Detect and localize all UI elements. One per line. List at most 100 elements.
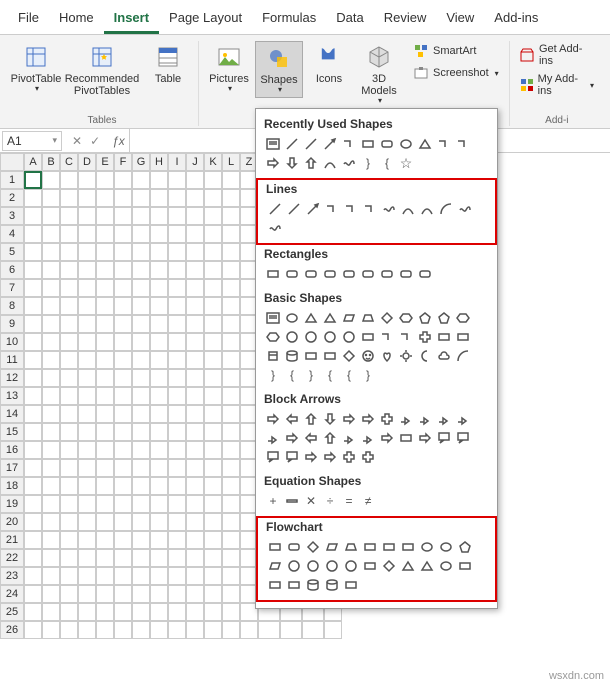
cell[interactable] xyxy=(42,369,60,387)
row-header[interactable]: 22 xyxy=(0,549,24,567)
shape-line2[interactable] xyxy=(285,200,303,218)
row-header[interactable]: 18 xyxy=(0,477,24,495)
shape-circle[interactable] xyxy=(323,557,341,575)
cell[interactable] xyxy=(96,477,114,495)
cell[interactable] xyxy=(96,459,114,477)
shape-neq[interactable]: ≠ xyxy=(359,492,377,510)
shape-rect[interactable] xyxy=(399,538,417,556)
my-addins-button[interactable]: My Add-ins ▾ xyxy=(516,71,598,99)
cell[interactable] xyxy=(168,405,186,423)
shape-minus[interactable] xyxy=(283,492,301,510)
cell[interactable] xyxy=(204,279,222,297)
cell[interactable] xyxy=(78,297,96,315)
cell[interactable] xyxy=(168,351,186,369)
row-header[interactable]: 26 xyxy=(0,621,24,639)
cell[interactable] xyxy=(24,315,42,333)
cell[interactable] xyxy=(96,279,114,297)
shape-bracel[interactable]: { xyxy=(340,366,358,384)
cell[interactable] xyxy=(24,477,42,495)
row-header[interactable]: 20 xyxy=(0,513,24,531)
cell[interactable] xyxy=(78,369,96,387)
cell[interactable] xyxy=(114,297,132,315)
cell[interactable] xyxy=(186,549,204,567)
cell[interactable] xyxy=(204,477,222,495)
row-header[interactable]: 10 xyxy=(0,333,24,351)
shape-heart[interactable] xyxy=(378,347,396,365)
shape-line[interactable] xyxy=(266,200,284,218)
cell[interactable] xyxy=(24,405,42,423)
shape-oval[interactable] xyxy=(283,309,301,327)
cell[interactable] xyxy=(60,603,78,621)
cell[interactable] xyxy=(168,189,186,207)
shape-bentarrow[interactable] xyxy=(397,410,415,428)
cell[interactable] xyxy=(96,441,114,459)
cell[interactable] xyxy=(78,243,96,261)
cell[interactable] xyxy=(42,189,60,207)
cell[interactable] xyxy=(204,621,222,639)
shape-brace[interactable]: } xyxy=(359,366,377,384)
cell[interactable] xyxy=(324,621,342,639)
cell[interactable] xyxy=(168,387,186,405)
cell[interactable] xyxy=(114,279,132,297)
cell[interactable] xyxy=(96,405,114,423)
cell[interactable] xyxy=(132,567,150,585)
cell[interactable] xyxy=(42,279,60,297)
row-header[interactable]: 5 xyxy=(0,243,24,261)
shape-rarrow[interactable] xyxy=(264,410,282,428)
cell[interactable] xyxy=(150,513,168,531)
shape-rrect[interactable] xyxy=(302,265,320,283)
cell[interactable] xyxy=(132,189,150,207)
row-header[interactable]: 8 xyxy=(0,297,24,315)
cell[interactable] xyxy=(24,243,42,261)
shape-arc[interactable] xyxy=(437,200,455,218)
shape-brace[interactable]: } xyxy=(302,366,320,384)
cell[interactable] xyxy=(186,459,204,477)
cell[interactable] xyxy=(78,189,96,207)
tab-review[interactable]: Review xyxy=(374,4,437,34)
shape-bentarrow[interactable] xyxy=(416,410,434,428)
shape-rrect[interactable] xyxy=(340,265,358,283)
shape-trap[interactable] xyxy=(342,538,360,556)
cell[interactable] xyxy=(204,459,222,477)
shape-rect[interactable] xyxy=(266,538,284,556)
shape-diamond[interactable] xyxy=(380,557,398,575)
row-header[interactable]: 23 xyxy=(0,567,24,585)
shape-star[interactable]: ☆ xyxy=(397,154,415,172)
cell[interactable] xyxy=(42,225,60,243)
cell[interactable] xyxy=(222,531,240,549)
shape-darrow[interactable] xyxy=(321,410,339,428)
cell[interactable] xyxy=(24,297,42,315)
shape-larrow[interactable] xyxy=(302,429,320,447)
row-header[interactable]: 11 xyxy=(0,351,24,369)
shape-bentarrow[interactable] xyxy=(340,429,358,447)
col-header[interactable]: K xyxy=(204,153,222,171)
shape-rect[interactable] xyxy=(359,328,377,346)
shape-rrect[interactable] xyxy=(359,265,377,283)
shape-elbow[interactable] xyxy=(397,328,415,346)
cell[interactable] xyxy=(42,171,60,189)
shape-eq[interactable]: = xyxy=(340,492,358,510)
shape-uarrow[interactable] xyxy=(321,429,339,447)
cell[interactable] xyxy=(60,441,78,459)
cell[interactable] xyxy=(186,531,204,549)
cell[interactable] xyxy=(150,621,168,639)
cell[interactable] xyxy=(114,171,132,189)
cell[interactable] xyxy=(132,243,150,261)
cell[interactable] xyxy=(204,369,222,387)
shape-tri[interactable] xyxy=(321,309,339,327)
cell[interactable] xyxy=(150,549,168,567)
cell[interactable] xyxy=(42,261,60,279)
shape-callout[interactable] xyxy=(454,429,472,447)
cell[interactable] xyxy=(222,387,240,405)
cell[interactable] xyxy=(78,531,96,549)
shape-circle[interactable] xyxy=(342,557,360,575)
shape-oval[interactable] xyxy=(397,135,415,153)
shape-rrect[interactable] xyxy=(416,265,434,283)
shape-rect[interactable] xyxy=(361,557,379,575)
shape-pent[interactable] xyxy=(416,309,434,327)
cell[interactable] xyxy=(132,477,150,495)
cell[interactable] xyxy=(42,405,60,423)
shape-curve[interactable] xyxy=(418,200,436,218)
cell[interactable] xyxy=(78,261,96,279)
cell[interactable] xyxy=(42,207,60,225)
